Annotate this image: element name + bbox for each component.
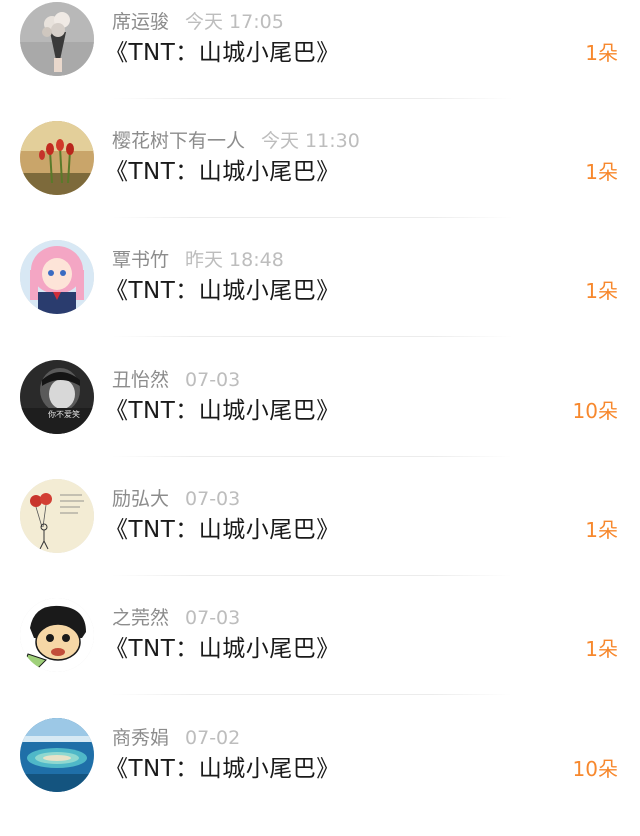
book-title[interactable]: 《TNT：山城小尾巴》 bbox=[105, 396, 340, 426]
sender-name[interactable]: 商秀娟 bbox=[112, 727, 169, 749]
list-item[interactable]: 商秀娟 07-02 《TNT：山城小尾巴》 10朵 bbox=[0, 716, 640, 836]
flower-count: 10朵 bbox=[572, 757, 618, 781]
anime-girl-avatar[interactable] bbox=[20, 240, 94, 314]
gift-time: 07-03 bbox=[185, 369, 241, 391]
gift-time: 07-03 bbox=[185, 488, 241, 510]
divider bbox=[112, 694, 512, 695]
book-title[interactable]: 《TNT：山城小尾巴》 bbox=[105, 157, 340, 187]
sender-meta: 之莞然 07-03 bbox=[112, 606, 240, 630]
book-title[interactable]: 《TNT：山城小尾巴》 bbox=[105, 634, 340, 664]
gift-time: 昨天 18:48 bbox=[185, 249, 284, 271]
sender-name[interactable]: 丑怡然 bbox=[112, 369, 169, 391]
sender-meta: 覃书竹 昨天 18:48 bbox=[112, 248, 284, 272]
sender-name[interactable]: 席运骏 bbox=[112, 11, 169, 33]
divider bbox=[112, 575, 512, 576]
sender-meta: 励弘大 07-03 bbox=[112, 487, 240, 511]
list-item[interactable]: 励弘大 07-03 《TNT：山城小尾巴》 1朵 bbox=[0, 477, 640, 597]
list-item[interactable]: 席运骏 今天 17:05 《TNT：山城小尾巴》 1朵 bbox=[0, 0, 640, 120]
gift-list: 席运骏 今天 17:05 《TNT：山城小尾巴》 1朵 樱花树下有一人 今天 11:… bbox=[0, 0, 640, 811]
sender-name[interactable]: 之莞然 bbox=[112, 607, 169, 629]
flower-count: 1朵 bbox=[585, 637, 618, 661]
sender-meta: 樱花树下有一人 今天 11:30 bbox=[112, 129, 360, 153]
flower-count: 1朵 bbox=[585, 160, 618, 184]
gift-time: 今天 17:05 bbox=[185, 11, 284, 33]
flower-count: 1朵 bbox=[585, 279, 618, 303]
flower-count: 10朵 bbox=[572, 399, 618, 423]
sender-meta: 丑怡然 07-03 bbox=[112, 368, 240, 392]
divider bbox=[112, 456, 512, 457]
sender-name[interactable]: 励弘大 bbox=[112, 488, 169, 510]
divider bbox=[112, 336, 512, 337]
photo-avatar[interactable]: 你不爱笑 bbox=[20, 360, 94, 434]
list-item[interactable]: 樱花树下有一人 今天 11:30 《TNT：山城小尾巴》 1朵 bbox=[0, 119, 640, 239]
book-title[interactable]: 《TNT：山城小尾巴》 bbox=[105, 515, 340, 545]
island-avatar[interactable] bbox=[20, 718, 94, 792]
list-item[interactable]: 你不爱笑 丑怡然 07-03 《TNT：山城小尾巴》 10朵 bbox=[0, 358, 640, 478]
sender-meta: 席运骏 今天 17:05 bbox=[112, 10, 284, 34]
divider bbox=[112, 217, 512, 218]
divider bbox=[112, 98, 512, 99]
gift-time: 今天 11:30 bbox=[261, 130, 360, 152]
sender-name[interactable]: 樱花树下有一人 bbox=[112, 130, 245, 152]
list-item[interactable]: 覃书竹 昨天 18:48 《TNT：山城小尾巴》 1朵 bbox=[0, 238, 640, 358]
book-title[interactable]: 《TNT：山城小尾巴》 bbox=[105, 754, 340, 784]
balloon-sketch-avatar[interactable] bbox=[20, 479, 94, 553]
avatar-caption: 你不爱笑 bbox=[48, 409, 80, 419]
tulips-avatar[interactable] bbox=[20, 121, 94, 195]
sender-name[interactable]: 覃书竹 bbox=[112, 249, 169, 271]
gift-time: 07-03 bbox=[185, 607, 241, 629]
bouquet-avatar[interactable] bbox=[20, 2, 94, 76]
flower-count: 1朵 bbox=[585, 518, 618, 542]
cartoon-face-avatar[interactable] bbox=[20, 598, 94, 672]
gift-time: 07-02 bbox=[185, 727, 241, 749]
book-title[interactable]: 《TNT：山城小尾巴》 bbox=[105, 276, 340, 306]
book-title[interactable]: 《TNT：山城小尾巴》 bbox=[105, 38, 340, 68]
sender-meta: 商秀娟 07-02 bbox=[112, 726, 240, 750]
list-item[interactable]: 之莞然 07-03 《TNT：山城小尾巴》 1朵 bbox=[0, 596, 640, 716]
flower-count: 1朵 bbox=[585, 41, 618, 65]
